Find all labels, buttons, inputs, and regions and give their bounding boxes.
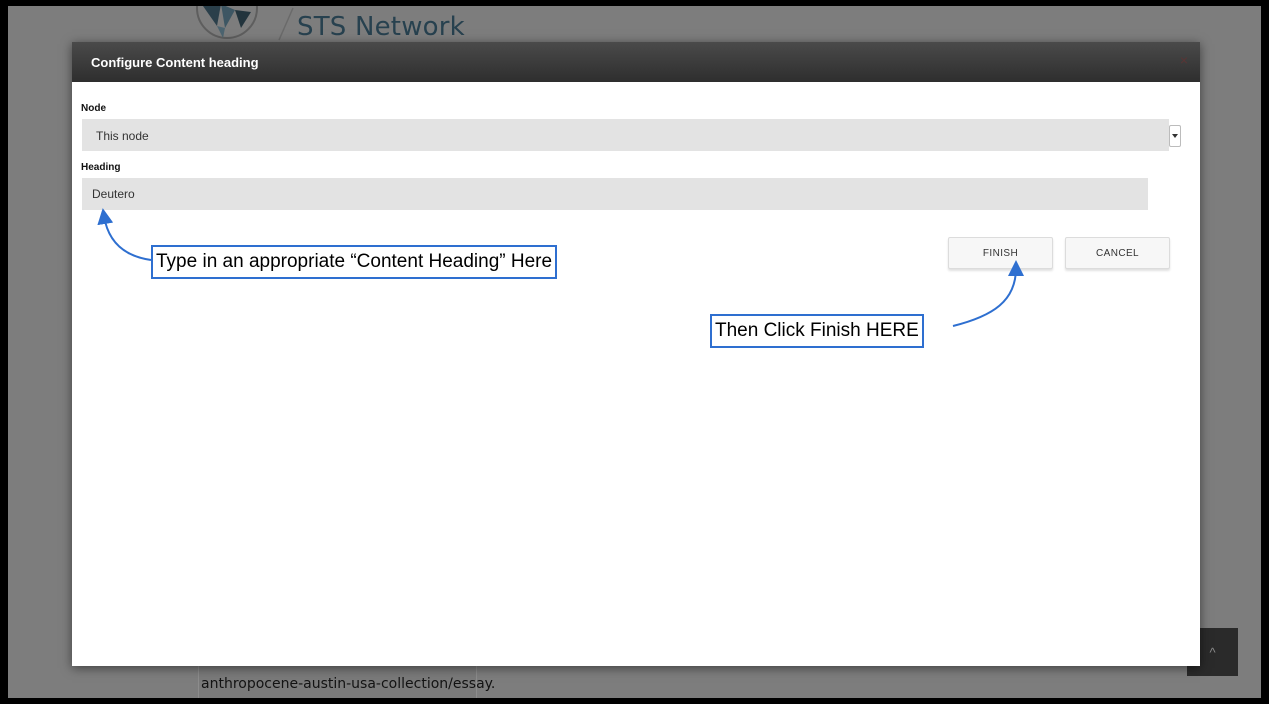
- screen: STS Network anthropocene-austin-usa-coll…: [8, 6, 1261, 698]
- finish-hint-callout: Then Click Finish HERE: [710, 314, 924, 348]
- heading-hint-arrow: [97, 208, 152, 261]
- annotation-arrows: [97, 208, 1024, 327]
- heading-hint-callout: Type in an appropriate “Content Heading”…: [151, 245, 558, 279]
- finish-hint-arrow: [952, 260, 1024, 327]
